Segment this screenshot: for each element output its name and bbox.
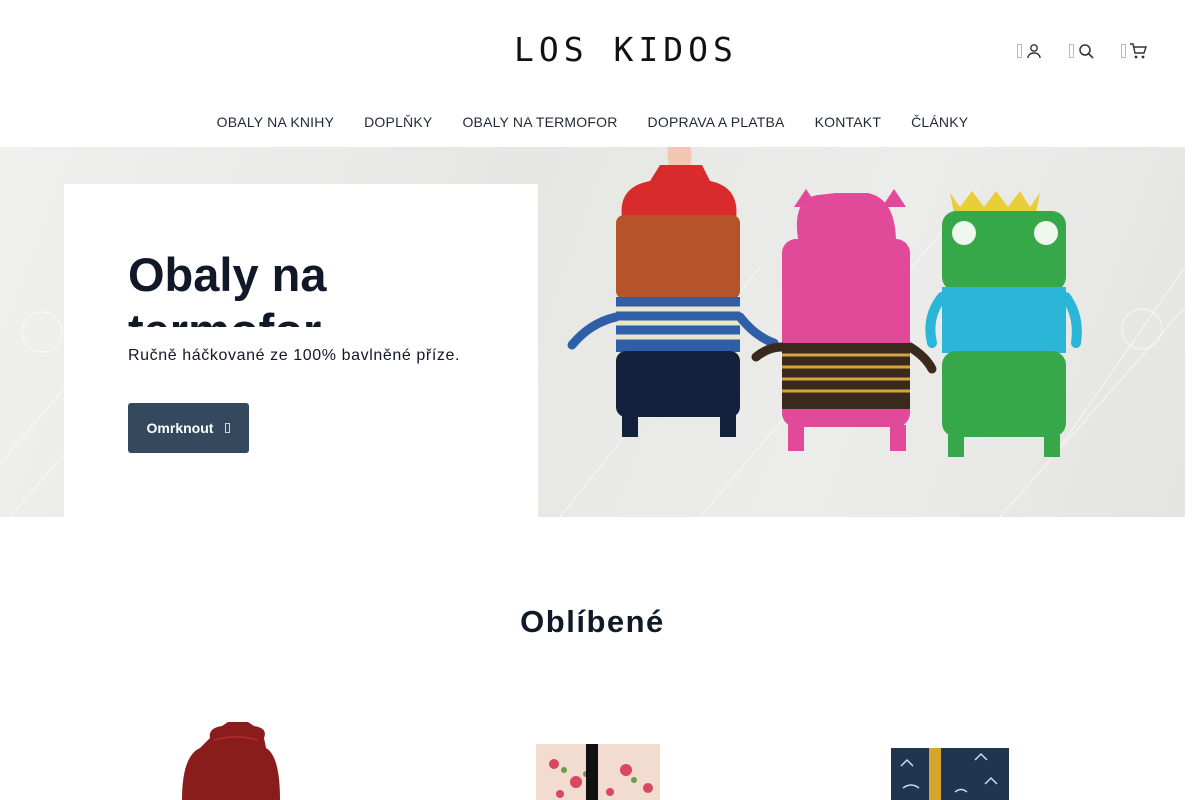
user-icon[interactable] — [1017, 41, 1043, 61]
search-icon[interactable] — [1069, 41, 1095, 61]
nav-item-obaly-na-knihy[interactable]: OBALY NA KNIHY — [217, 114, 334, 130]
omrknout-button-label: Omrknout — [146, 420, 214, 436]
featured-products — [0, 700, 1185, 800]
product-card-navy-fox-cover[interactable] — [885, 700, 1015, 800]
arrow-right-icon — [225, 423, 231, 433]
nav-item-kontakt[interactable]: KONTAKT — [815, 114, 881, 130]
omrknout-button[interactable]: Omrknout — [128, 403, 249, 453]
hot-water-bottle-covers-image — [567, 147, 1082, 457]
nav-item-doplnky[interactable]: DOPLŇKY — [364, 114, 432, 130]
header-icons — [1017, 41, 1147, 61]
site-logo[interactable]: LOS KIDOS — [514, 31, 733, 69]
user-icon-glyph — [1027, 44, 1041, 59]
pig-cover — [751, 189, 937, 451]
featured-section-title: Oblíbené — [520, 604, 665, 639]
nav-item-doprava-a-platba[interactable]: DOPRAVA A PLATBA — [648, 114, 785, 130]
site-header: LOS KIDOS OBALY NA KNIHY DOPLŇKY OBALY N… — [0, 0, 1185, 147]
cart-icon-glyph — [1130, 43, 1147, 59]
cart-icon[interactable] — [1121, 41, 1147, 61]
icon-glyph-placeholder — [1017, 44, 1022, 58]
hero-card: Obaly na termofor Ručně háčkované ze 100… — [64, 184, 538, 517]
cat-cover — [567, 165, 779, 437]
icon-glyph-placeholder — [1069, 44, 1074, 58]
frog-cover — [925, 191, 1082, 457]
search-icon-glyph — [1079, 44, 1094, 59]
hero-title: Obaly na termofor — [128, 248, 327, 327]
hero-banner: Obaly na termofor Ručně háčkované ze 100… — [0, 147, 1185, 517]
product-card-red-cover[interactable] — [170, 700, 300, 800]
nav-item-obaly-na-termofor[interactable]: OBALY NA TERMOFOR — [462, 114, 617, 130]
hero-subtitle: Ručně háčkované ze 100% bavlněné příze. — [128, 347, 461, 364]
icon-glyph-placeholder — [1121, 44, 1126, 58]
product-card-floral-cover[interactable] — [530, 700, 670, 800]
main-nav: OBALY NA KNIHY DOPLŇKY OBALY NA TERMOFOR DO… — [0, 114, 1185, 132]
nav-item-clanky[interactable]: ČLÁNKY — [911, 114, 968, 130]
